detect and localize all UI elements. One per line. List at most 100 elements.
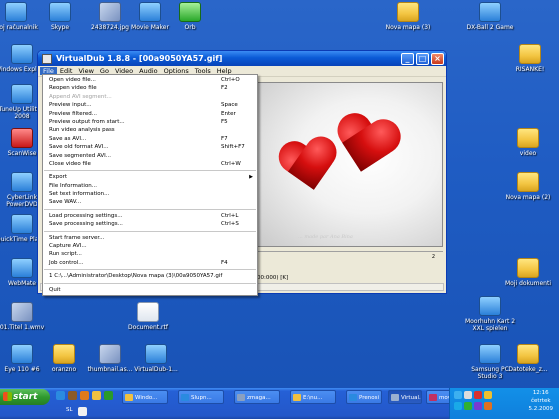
app-icon [49,2,71,22]
app-icon [42,53,52,64]
tray-update-icon[interactable] [484,391,492,399]
menu-item-label: Load processing settings... [49,212,123,219]
menu-item-label: Set text information... [49,191,110,198]
file-menu-item[interactable]: Save processing settings... Ctrl+S [43,220,257,228]
quicklaunch-media-icon[interactable] [80,391,89,400]
tray-network-icon[interactable] [454,391,462,399]
desktop-icon-label: Moji dokumenti [504,280,552,287]
taskbar-button[interactable]: Prenosi [346,390,382,404]
desktop-icon[interactable]: Moorhuhn Kart 2 XXL spielen [462,296,518,332]
menu-item-label: Run video analysis pass [49,127,115,134]
file-menu-item[interactable]: Capture AVI... [43,242,257,250]
folder-icon [517,172,539,192]
maximize-button[interactable]: □ [416,52,429,65]
file-menu-item[interactable]: File Information... [43,182,257,190]
file-menu-item[interactable]: 1 C:\...\Administrator\Desktop\Nova mapa… [43,272,257,280]
desktop-icon[interactable]: Orb [162,2,218,31]
window-title: VirtualDub 1.8.8 - [00a9050YA57.gif] [56,54,223,63]
folder-icon [517,344,539,364]
desktop-icon[interactable]: Datoteke_z... [500,344,556,373]
file-menu-item[interactable]: Job control... F4 [43,259,257,267]
quicklaunch-folder-icon[interactable] [92,391,101,400]
taskbar-app-icon [125,394,133,401]
file-menu-item[interactable]: Preview input... Space [43,101,257,109]
quicklaunch-desktop-icon[interactable] [68,391,77,400]
menu-item-label: Save old format AVI... [49,144,109,151]
file-menu-item[interactable]: Export ▶ [43,173,257,181]
menu-item-label: Capture AVI... [49,243,87,250]
file-menu-item[interactable]: Reopen video file F2 [43,84,257,92]
watermark-text: ... made par Ana Bina [298,234,353,240]
menu-item-label: Reopen video file [49,85,97,92]
tray-skype-icon[interactable] [454,402,462,410]
menu-item-label: Close video file [49,160,91,167]
menu-item-label: Save WAV... [49,199,82,206]
tray-volume-icon[interactable] [464,391,472,399]
close-button[interactable]: × [431,52,444,65]
file-menu-item[interactable]: Save WAV... [43,198,257,206]
desktop-icon[interactable]: Nova mapa (2) [500,172,556,201]
folder-icon [519,44,541,64]
clock[interactable]: 12:16 četrtek 5.2.2009 [529,389,554,413]
menu-item-label: Start frame server... [49,234,105,241]
menu-separator [44,282,256,284]
language-indicator[interactable]: SL [66,405,73,415]
taskbar-button[interactable]: Windo... [122,390,168,404]
timeline-slider[interactable]: 2 [257,251,443,273]
tray-power-icon[interactable] [484,402,492,410]
menu-item-shortcut: Shift+F7 [221,144,245,151]
tray-security-icon[interactable] [474,391,482,399]
clock-day: četrtek [530,398,551,404]
desktop-icon[interactable]: video [500,128,556,157]
taskbar-button[interactable]: Virtual... [388,390,422,404]
file-menu-item[interactable]: Start frame server... [43,234,257,242]
file-menu-item[interactable]: Run video analysis pass [43,126,257,134]
file-menu-item[interactable]: Set text information... [43,190,257,198]
tray-extra-icon[interactable] [78,407,87,416]
desktop-icon[interactable]: Document.rtf [120,302,176,331]
clock-time: 12:16 [532,390,549,396]
desktop-icon-label: RISANKE! [515,66,545,73]
file-menu-item[interactable]: Open video file... Ctrl+O [43,76,257,84]
start-button[interactable]: start [0,389,50,405]
menu-item-label: Preview output from start... [49,118,125,125]
minimize-button[interactable]: _ [401,52,414,65]
desktop-icon[interactable]: DX-Ball 2 Game [462,2,518,31]
quicklaunch-app-icon[interactable] [104,391,113,400]
taskbar-button[interactable]: E:\nu... [290,390,336,404]
app-icon [11,258,33,278]
document-icon [137,302,159,322]
quicklaunch-browser-icon[interactable] [56,391,65,400]
file-menu-item[interactable]: Preview filtered... Enter [43,110,257,118]
tray-messenger-icon[interactable] [464,402,472,410]
file-menu-item[interactable]: Save segmented AVI... [43,152,257,160]
image-file-icon [99,344,121,364]
desktop-icon[interactable]: Skype [32,2,88,31]
taskbar-button[interactable]: Slupn... [178,390,224,404]
file-menu-item[interactable]: Save old format AVI... Shift+F7 [43,143,257,151]
menu-item-label: File Information... [49,182,98,189]
file-menu-item[interactable]: Preview output from start... F5 [43,118,257,126]
title-bar[interactable]: VirtualDub 1.8.8 - [00a9050YA57.gif] _ □… [38,51,446,66]
desktop-icon[interactable]: VirtualDub-1... [128,344,184,373]
menu-item-shortcut: F4 [221,259,228,266]
menu-item-shortcut: Enter [221,110,236,117]
taskbar-app-icon [237,394,245,401]
system-tray: 12:16 četrtek 5.2.2009 [449,388,559,419]
menu-separator [44,208,256,210]
tray-antivirus-icon[interactable] [474,402,482,410]
desktop-icon[interactable]: RISANKE! [502,44,558,73]
image-file-icon [11,302,33,322]
file-menu-item[interactable]: Quit [43,286,257,294]
file-menu-item[interactable]: Close video file Ctrl+W [43,160,257,168]
file-menu-item[interactable]: Load processing settings... Ctrl+L [43,212,257,220]
desktop-icon[interactable]: 01.Titel 1.wmv [0,302,50,331]
file-menu-item[interactable]: Save as AVI... F7 [43,135,257,143]
taskbar-button-label: zmaga... [247,395,271,401]
desktop-icon[interactable]: Moji dokumenti [500,258,556,287]
app-icon [11,344,33,364]
menu-separator [44,269,256,271]
desktop-icon[interactable]: Nova mapa (3) [380,2,436,31]
file-menu-item[interactable]: Run script... [43,250,257,258]
taskbar-button[interactable]: zmaga... [234,390,280,404]
